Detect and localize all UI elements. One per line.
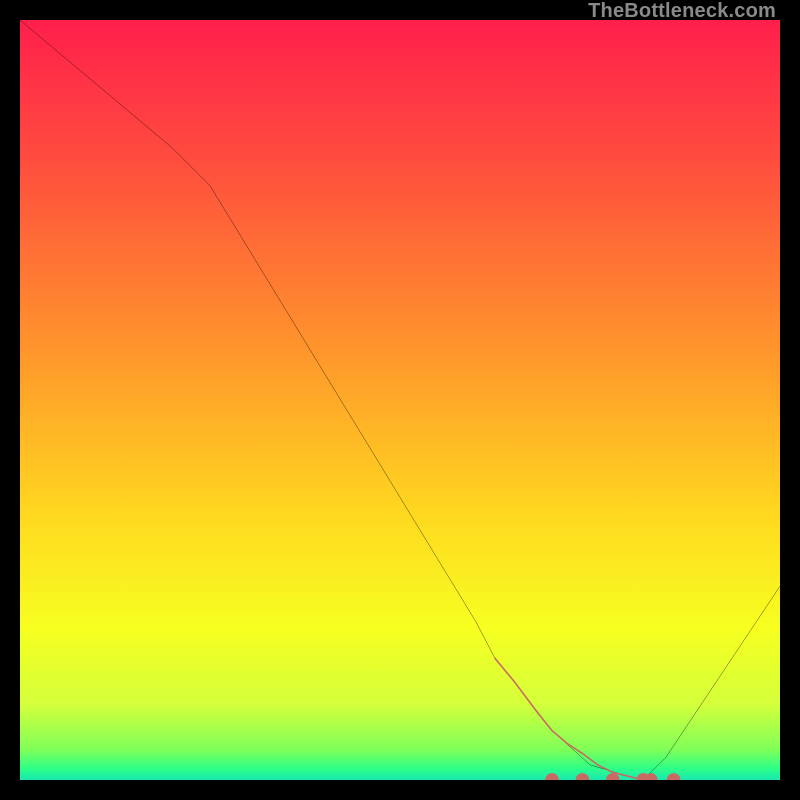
highlight-dot [576,773,590,780]
curve-layer [20,20,780,780]
highlight-dot [667,773,681,780]
chart-frame: TheBottleneck.com [0,0,800,800]
plot-area [20,20,780,780]
highlight-dot [545,773,559,780]
bottleneck-curve [20,20,780,780]
watermark-text: TheBottleneck.com [588,0,776,23]
highlight-dots [545,773,680,780]
highlight-segment [495,658,643,780]
